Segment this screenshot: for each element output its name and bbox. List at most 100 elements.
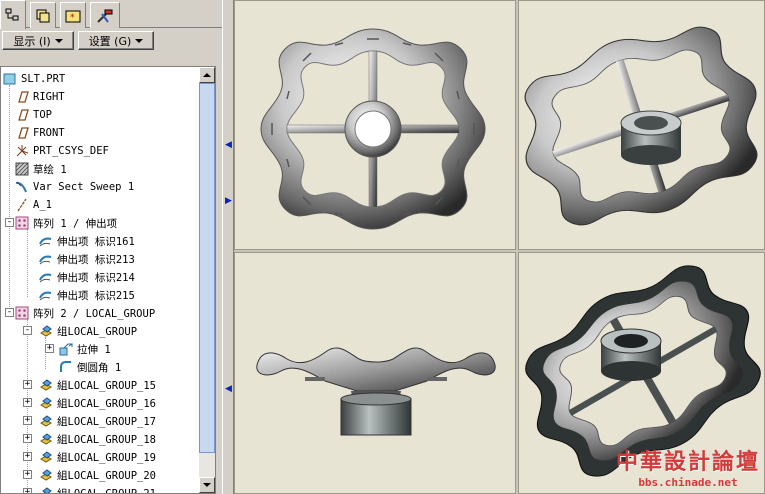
tree-item-label: 組LOCAL_GROUP_18 [57,433,157,446]
viewport-front[interactable] [234,0,516,250]
sweep-icon [15,180,29,194]
watermark-title: 中華設計論壇 [615,449,760,475]
tree-item-label: 伸出项 标识213 [57,253,135,266]
collapse-left-icon[interactable]: ◀ [225,140,232,150]
tree-item-label: 草绘 1 [33,163,67,176]
scroll-thumb[interactable] [199,83,215,453]
tree-item-group[interactable]: 組LOCAL_GROUP_19 [39,448,156,466]
tree-item-label: 阵列 1 / 伸出项 [33,217,118,230]
group-icon [39,486,53,493]
collapse-left-icon[interactable]: ◀ [225,384,232,394]
expand-right-icon[interactable]: ▶ [225,196,232,206]
tree-item-sweep[interactable]: Var Sect Sweep 1 [15,178,134,196]
expand-toggle[interactable]: + [23,380,32,389]
handwheel-front-view [260,28,486,230]
settings-dropdown[interactable]: 设置 (G) [78,31,154,50]
svg-text:*: * [70,13,75,23]
pattern-icon [15,216,29,230]
tree-root-label: SLT.PRT [21,73,66,85]
tree-item-group[interactable]: 組LOCAL_GROUP_15 [39,376,156,394]
show-dropdown[interactable]: 显示 (I) [2,31,74,50]
tab-folder[interactable]: * [60,2,86,28]
collapse-toggle[interactable]: - [5,308,14,317]
tree-item-label: 阵列 2 / LOCAL_GROUP [33,307,156,320]
expand-toggle[interactable]: + [23,452,32,461]
collapse-toggle[interactable]: - [5,218,14,227]
viewport-side[interactable] [234,252,516,494]
viewport-bottom[interactable]: 中華設計論壇 bbs.chinade.net [518,252,765,494]
tree-root[interactable]: SLT.PRT [3,70,65,88]
tree-connector [27,229,28,297]
tree-item-label: 组LOCAL_GROUP [57,325,138,338]
tree-item-label: PRT_CSYS_DEF [33,145,109,157]
group-icon [39,450,53,464]
settings-label: 设置 (G) [88,34,132,48]
tree-item-label: 拉伸 1 [77,343,111,356]
tree-item-csys[interactable]: PRT_CSYS_DEF [15,142,109,160]
datum-plane-icon [15,126,29,140]
panel-tabs: * [0,0,222,29]
tree-item-right[interactable]: RIGHT [15,88,65,106]
axis-icon [15,198,29,212]
viewport-isometric[interactable] [518,0,765,250]
expand-toggle[interactable]: + [23,416,32,425]
scroll-up-button[interactable] [199,67,215,83]
tree-item-pattern-1[interactable]: 阵列 1 / 伸出项 [15,214,117,232]
watermark: 中華設計論壇 bbs.chinade.net [616,444,760,489]
datum-plane-icon [15,90,29,104]
tree-item-axis[interactable]: A_1 [15,196,52,214]
tree-item-label: TOP [33,109,52,121]
tree-item-group[interactable]: 組LOCAL_GROUP_17 [39,412,156,430]
tree-item-protrusion[interactable]: 伸出项 标识161 [39,232,135,250]
tree-item-sketch[interactable]: 草绘 1 [15,160,67,178]
tree-item-label: 組LOCAL_GROUP_17 [57,415,157,428]
tab-layers[interactable] [30,2,56,28]
tree-item-label: 伸出项 标识214 [57,271,135,284]
tree-item-group[interactable]: 組LOCAL_GROUP_18 [39,430,156,448]
tree-item-group[interactable]: 組LOCAL_GROUP_16 [39,394,156,412]
chevron-down-icon [135,38,144,43]
tab-model-tree[interactable] [0,0,26,29]
expand-toggle[interactable]: + [23,488,32,493]
tree-item-protrusion[interactable]: 伸出项 标识215 [39,286,135,304]
tree-scrollbar[interactable] [199,67,215,493]
tree-item-label: 伸出项 标识161 [57,235,135,248]
tree-item-top[interactable]: TOP [15,106,52,124]
tree-item-label: FRONT [33,127,65,139]
expand-toggle[interactable]: + [23,470,32,479]
tree-item-group[interactable]: 组LOCAL_GROUP [39,322,137,340]
tree-item-label: A_1 [33,199,52,211]
round-icon [59,360,73,374]
protrusion-icon [39,288,53,302]
tree-item-round[interactable]: 倒圆角 1 [59,358,121,376]
tree-item-pattern-2[interactable]: 阵列 2 / LOCAL_GROUP [15,304,155,322]
protrusion-icon [39,270,53,284]
tree-item-extrude[interactable]: 拉伸 1 [59,340,111,358]
model-tree[interactable]: SLT.PRT RIGHT TOP FRONT PRT_CSYS_DEF 草绘 … [0,66,216,494]
tree-connector [9,85,10,313]
graphics-area[interactable]: 中華設計論壇 bbs.chinade.net [234,0,765,494]
tools-icon [97,9,113,23]
tree-item-protrusion[interactable]: 伸出项 标识213 [39,250,135,268]
tree-item-label: 倒圆角 1 [77,361,122,374]
tree-item-label: 組LOCAL_GROUP_21 [57,487,157,494]
group-icon [39,414,53,428]
collapse-toggle[interactable]: - [23,326,32,335]
tree-toolbar: 显示 (I) 设置 (G) [0,30,222,51]
tab-tools[interactable] [90,2,120,28]
sketch-icon [15,162,29,176]
panel-splitter[interactable]: ◀ ▶ ◀ [222,0,234,494]
tree-item-protrusion[interactable]: 伸出项 标识214 [39,268,135,286]
tree-item-front[interactable]: FRONT [15,124,65,142]
expand-toggle[interactable]: + [45,344,54,353]
expand-toggle[interactable]: + [23,398,32,407]
tree-item-group[interactable]: 組LOCAL_GROUP_21 [39,484,157,494]
tree-item-group[interactable]: 組LOCAL_GROUP_20 [39,466,156,484]
scroll-down-button[interactable] [199,477,215,493]
expand-toggle[interactable]: + [23,434,32,443]
arrow-down-icon [203,483,211,487]
datum-plane-icon [15,108,29,122]
part-icon [3,72,17,86]
group-icon [39,432,53,446]
group-icon [39,378,53,392]
